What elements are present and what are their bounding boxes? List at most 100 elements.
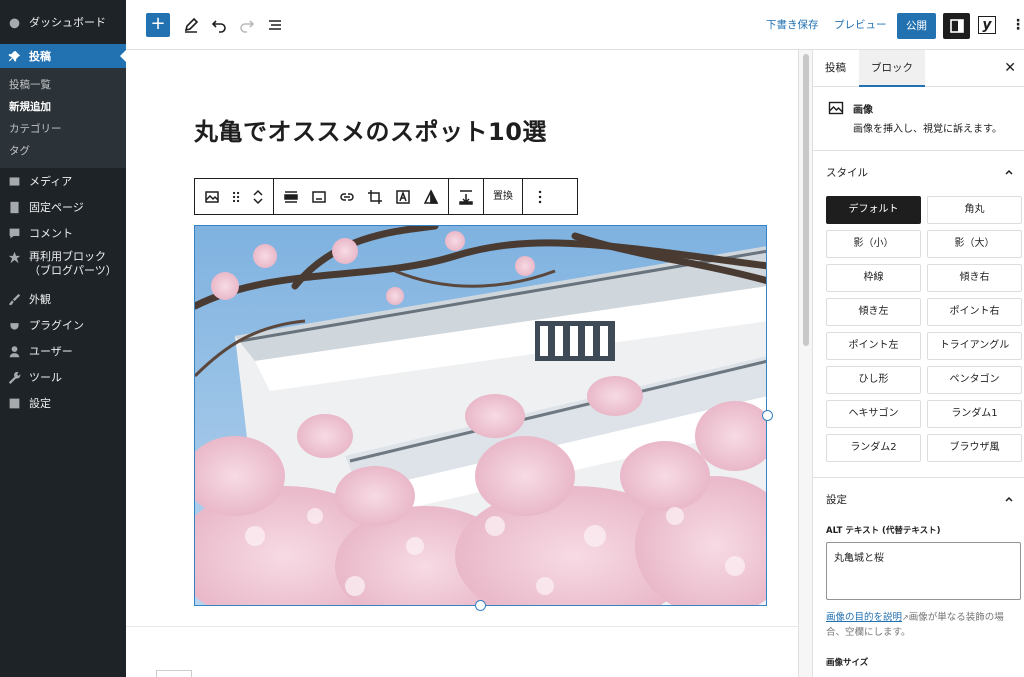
menu-pages[interactable]: 固定ページ: [0, 194, 126, 220]
options-menu-button[interactable]: ⋮: [1011, 14, 1024, 36]
menu-reusable-blocks-label: 再利用ブロック（ブログパーツ）: [29, 250, 117, 277]
menu-reusable-blocks[interactable]: 再利用ブロック（ブログパーツ）: [0, 246, 126, 284]
style-option[interactable]: 枠線: [826, 264, 921, 292]
publish-button[interactable]: 公開: [897, 13, 936, 39]
style-option[interactable]: ランダム1: [927, 400, 1022, 428]
submenu-categories[interactable]: カテゴリー: [0, 118, 126, 140]
submenu-add-new[interactable]: 新規追加: [0, 96, 126, 118]
caption-button[interactable]: [305, 179, 333, 214]
link-button[interactable]: [333, 179, 361, 214]
resize-handle-right[interactable]: [762, 410, 773, 421]
drag-icon: [232, 191, 240, 202]
tab-block[interactable]: ブロック: [859, 50, 925, 87]
menu-comments[interactable]: コメント: [0, 220, 126, 246]
settings-panel-toggle[interactable]: 設定: [826, 492, 847, 507]
admin-menu: ダッシュボード 投稿 投稿一覧 新規追加 カテゴリー タグ メディア 固定ページ…: [0, 0, 126, 677]
list-view-button[interactable]: [264, 14, 286, 36]
sidebar-tabs: 投稿 ブロック ✕: [813, 50, 1024, 87]
menu-dashboard-label: ダッシュボード: [29, 16, 106, 29]
more-vertical-icon: [538, 190, 542, 203]
submenu-tags[interactable]: タグ: [0, 140, 126, 162]
menu-appearance[interactable]: 外観: [0, 286, 126, 312]
styles-panel: スタイル デフォルト 角丸 影（小） 影（大） 枠線 傾き右 傾き左 ポイント右…: [813, 151, 1024, 478]
menu-posts[interactable]: 投稿: [0, 44, 126, 68]
settings-toggle-button[interactable]: [943, 13, 970, 39]
menu-comments-label: コメント: [29, 227, 73, 240]
style-option[interactable]: ポイント右: [927, 298, 1022, 326]
tools-pen-button[interactable]: [180, 14, 202, 36]
canvas-divider: [126, 626, 798, 627]
menu-dashboard[interactable]: ダッシュボード: [0, 0, 126, 44]
yoast-button[interactable]: y: [976, 14, 998, 36]
close-sidebar-button[interactable]: ✕: [1004, 50, 1016, 87]
yoast-icon: y: [978, 16, 996, 34]
menu-media-label: メディア: [29, 175, 73, 188]
upload-button[interactable]: [452, 179, 480, 214]
block-options-button[interactable]: [526, 179, 554, 214]
plug-icon: [7, 318, 21, 332]
save-draft-button[interactable]: 下書き保存: [766, 17, 819, 32]
style-option[interactable]: デフォルト: [826, 196, 921, 224]
style-option[interactable]: ヘキサゴン: [826, 400, 921, 428]
block-type-button[interactable]: [198, 179, 226, 214]
redo-button[interactable]: [236, 14, 258, 36]
image-icon: [828, 101, 844, 115]
menu-tools-label: ツール: [29, 371, 62, 384]
editor-canvas: 丸亀でオススメのスポット10選 置換: [126, 50, 798, 677]
style-option[interactable]: 影（大）: [927, 230, 1022, 258]
star-icon: [7, 250, 21, 264]
tab-post[interactable]: 投稿: [813, 50, 858, 87]
replace-button[interactable]: 置換: [487, 179, 519, 214]
styles-panel-toggle[interactable]: スタイル: [826, 165, 868, 180]
menu-plugins[interactable]: プラグイン: [0, 312, 126, 338]
submenu-all-posts[interactable]: 投稿一覧: [0, 74, 126, 96]
upload-group: [449, 179, 484, 214]
undo-button[interactable]: [208, 14, 230, 36]
editor-toolbar: + 下書き保存 プレビュー 公開 y ⋮: [126, 0, 1024, 50]
style-option[interactable]: ブラウザ風: [927, 434, 1022, 462]
style-option[interactable]: 影（小）: [826, 230, 921, 258]
image-icon: [205, 190, 219, 203]
comment-icon: [7, 226, 21, 240]
style-option[interactable]: ひし形: [826, 366, 921, 394]
move-block-button[interactable]: [246, 179, 270, 214]
block-switcher-group: [195, 179, 274, 214]
preview-button[interactable]: プレビュー: [834, 17, 887, 32]
settings-sidebar: 投稿 ブロック ✕ 画像 画像を挿入し、視覚に訴えます。 スタイル デフォルト …: [812, 50, 1024, 677]
drag-handle[interactable]: [226, 179, 246, 214]
alt-text-input[interactable]: 丸亀城と桜: [826, 542, 1021, 600]
resize-handle-bottom[interactable]: [475, 600, 486, 611]
style-option[interactable]: トライアングル: [927, 332, 1022, 360]
brush-icon: [7, 292, 21, 306]
alt-purpose-link[interactable]: 画像の目的を説明: [826, 612, 902, 623]
chevron-up-icon[interactable]: [1004, 494, 1014, 504]
style-option[interactable]: ポイント左: [826, 332, 921, 360]
menu-users[interactable]: ユーザー: [0, 338, 126, 364]
canvas-scrollbar-thumb[interactable]: [803, 54, 809, 346]
text-overlay-icon: [396, 189, 410, 204]
align-button[interactable]: [277, 179, 305, 214]
style-option[interactable]: ランダム2: [826, 434, 921, 462]
undo-icon: [211, 20, 226, 33]
align-icon: [284, 190, 298, 203]
duotone-button[interactable]: [417, 179, 445, 214]
text-overlay-button[interactable]: [389, 179, 417, 214]
menu-settings[interactable]: 設定: [0, 390, 126, 416]
add-block-button[interactable]: +: [146, 13, 170, 37]
pin-icon: [7, 49, 21, 63]
canvas-scrollbar[interactable]: [798, 50, 812, 677]
style-option[interactable]: 角丸: [927, 196, 1022, 224]
wrench-icon: [7, 370, 21, 384]
style-option[interactable]: ペンタゴン: [927, 366, 1022, 394]
posts-submenu: 投稿一覧 新規追加 カテゴリー タグ: [0, 68, 126, 168]
image-block[interactable]: [194, 225, 767, 606]
style-option[interactable]: 傾き左: [826, 298, 921, 326]
crop-button[interactable]: [361, 179, 389, 214]
menu-settings-label: 設定: [29, 397, 51, 410]
caption-icon: [312, 190, 326, 203]
post-title[interactable]: 丸亀でオススメのスポット10選: [194, 112, 547, 147]
style-option[interactable]: 傾き右: [927, 264, 1022, 292]
menu-media[interactable]: メディア: [0, 168, 126, 194]
chevron-up-icon[interactable]: [1004, 167, 1014, 177]
menu-tools[interactable]: ツール: [0, 364, 126, 390]
